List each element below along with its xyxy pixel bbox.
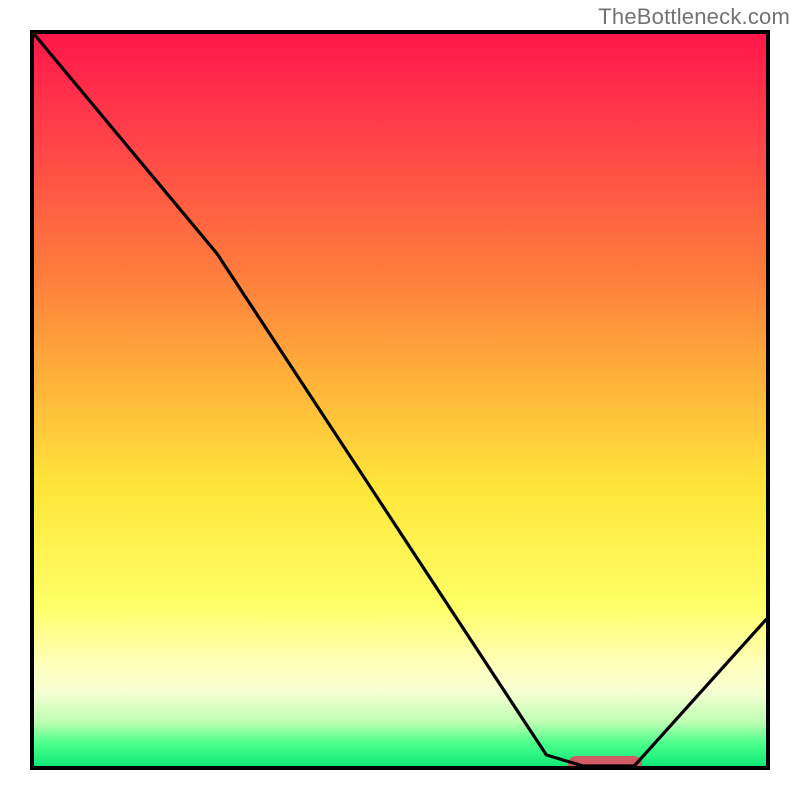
watermark-text: TheBottleneck.com [598,4,790,30]
plot-frame [30,30,770,770]
chart-container: TheBottleneck.com [0,0,800,800]
curve-line [34,34,766,766]
